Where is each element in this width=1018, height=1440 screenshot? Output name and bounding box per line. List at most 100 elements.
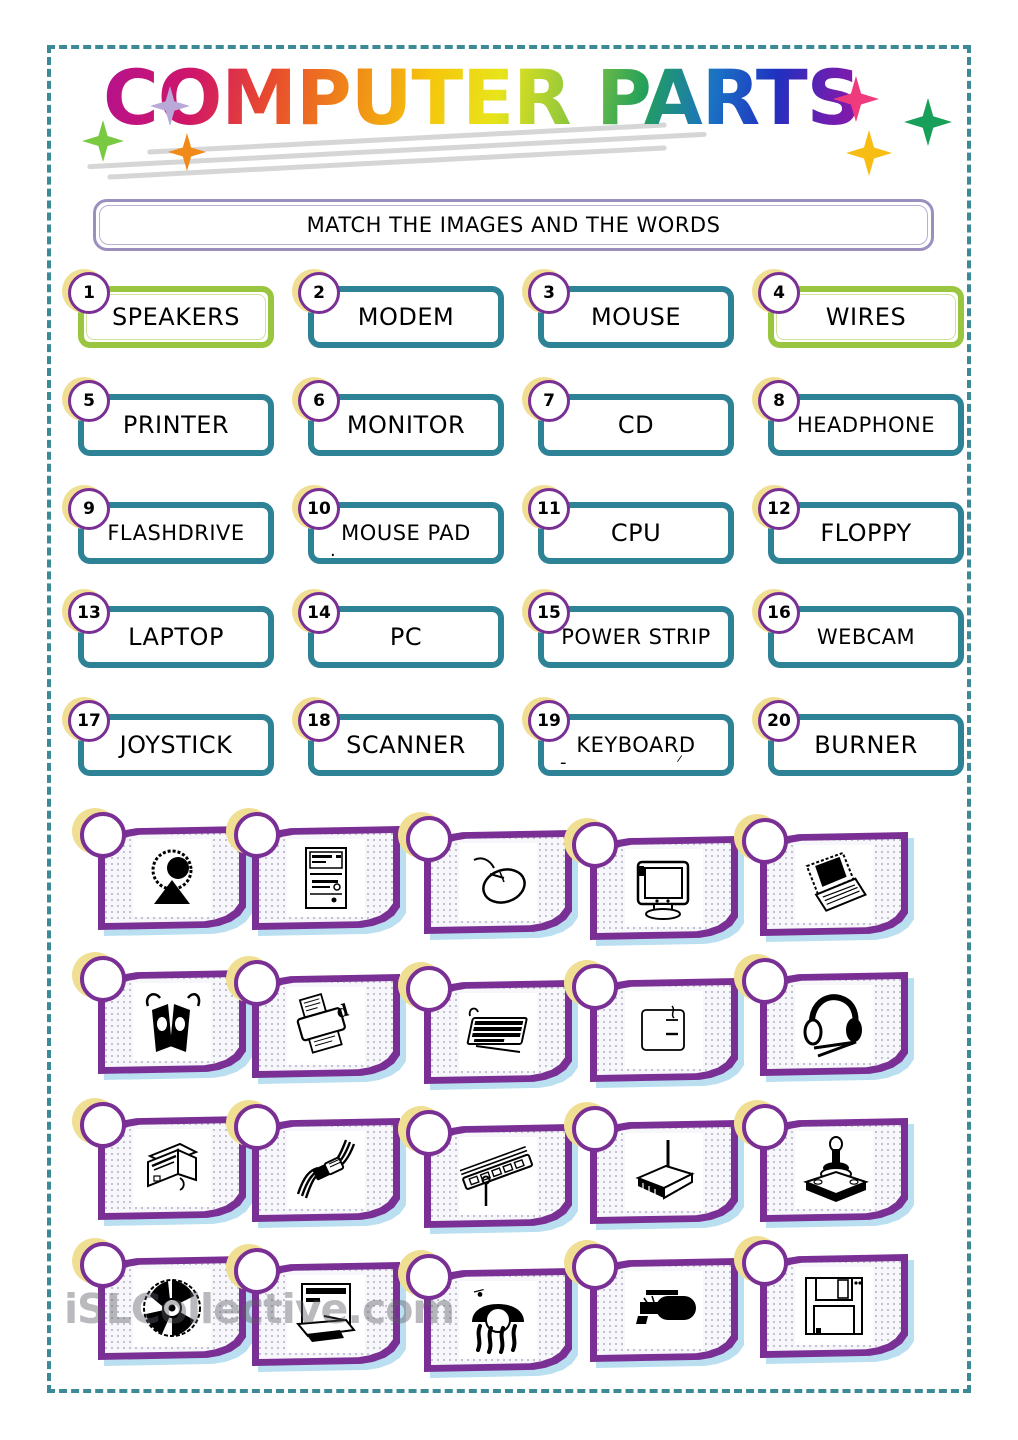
cd-icon bbox=[133, 1269, 211, 1347]
answer-circle[interactable] bbox=[406, 1254, 452, 1300]
answer-circle[interactable] bbox=[572, 1244, 618, 1290]
answer-circle[interactable] bbox=[80, 1242, 126, 1288]
picture-card-floppy[interactable] bbox=[734, 1236, 914, 1364]
number-bubble-18: 18 bbox=[298, 700, 340, 742]
word-cell-19: KEYBOARD 19- ⸍ bbox=[522, 697, 744, 790]
floppy-icon bbox=[795, 1267, 873, 1345]
instruction-text: MATCH THE IMAGES AND THE WORDS bbox=[306, 213, 721, 237]
picture-card-scanner[interactable] bbox=[72, 1098, 252, 1226]
word-cell-9: FLASHDRIVE 9 bbox=[62, 485, 284, 578]
word-cell-13: LAPTOP 13 bbox=[62, 589, 284, 682]
number-bubble-3: 3 bbox=[528, 272, 570, 314]
picture-card-webcam[interactable] bbox=[72, 808, 252, 936]
word-label: PC bbox=[389, 623, 423, 651]
word-cell-20: BURNER 20 bbox=[752, 697, 974, 790]
number-bubble-9: 9 bbox=[68, 488, 110, 530]
pc-tower-icon bbox=[287, 839, 365, 917]
number-bubble-5: 5 bbox=[68, 380, 110, 422]
number-bubble-14: 14 bbox=[298, 592, 340, 634]
picture-card-cd[interactable] bbox=[72, 1238, 252, 1366]
word-cell-8: HEADPHONE 8 bbox=[752, 377, 974, 470]
answer-circle[interactable] bbox=[80, 956, 126, 1002]
picture-card-burner[interactable] bbox=[226, 1244, 406, 1372]
word-cell-16: WEBCAM 16 bbox=[752, 589, 974, 682]
word-label: MOUSE PAD bbox=[341, 520, 471, 545]
picture-card-speakers[interactable] bbox=[72, 952, 252, 1080]
word-label: HEADPHONE bbox=[796, 412, 936, 437]
mouse-pad-icon bbox=[625, 991, 703, 1069]
card-inner bbox=[597, 1265, 731, 1355]
picture-card-mouse[interactable] bbox=[398, 812, 578, 940]
card-inner bbox=[597, 985, 731, 1075]
word-label: SPEAKERS bbox=[111, 303, 241, 331]
picture-card-pc-tower[interactable] bbox=[226, 808, 406, 936]
picture-card-headphone[interactable] bbox=[734, 954, 914, 1082]
card-inner bbox=[767, 839, 901, 929]
answer-circle[interactable] bbox=[572, 964, 618, 1010]
picture-card-modem[interactable] bbox=[564, 1102, 744, 1230]
answer-circle[interactable] bbox=[572, 1106, 618, 1152]
flashdrive-icon bbox=[625, 1271, 703, 1349]
speakers-icon bbox=[133, 983, 211, 1061]
laptop-icon bbox=[795, 845, 873, 923]
word-label: CPU bbox=[610, 519, 662, 547]
number-bubble-4: 4 bbox=[758, 272, 800, 314]
number-bubble-20: 20 bbox=[758, 700, 800, 742]
number-bubble-2: 2 bbox=[298, 272, 340, 314]
answer-circle[interactable] bbox=[742, 1104, 788, 1150]
answer-circle[interactable] bbox=[572, 822, 618, 868]
answer-circle[interactable] bbox=[234, 1104, 280, 1150]
card-inner bbox=[597, 1127, 731, 1217]
answer-circle[interactable] bbox=[80, 1102, 126, 1148]
answer-circle[interactable] bbox=[406, 816, 452, 862]
monitor-icon bbox=[625, 849, 703, 927]
joystick-icon bbox=[795, 1131, 873, 1209]
mouse-icon bbox=[459, 843, 537, 921]
answer-circle[interactable] bbox=[234, 1248, 280, 1294]
picture-card-keyboard[interactable] bbox=[398, 962, 578, 1090]
headphone-icon bbox=[795, 985, 873, 1063]
word-label: JOYSTICK bbox=[119, 731, 233, 759]
number-bubble-6: 6 bbox=[298, 380, 340, 422]
answer-circle[interactable] bbox=[234, 960, 280, 1006]
answer-circle[interactable] bbox=[80, 812, 126, 858]
card-inner bbox=[259, 833, 393, 923]
card-inner bbox=[431, 837, 565, 927]
keyboard-icon bbox=[459, 993, 537, 1071]
picture-card-power-strip[interactable] bbox=[398, 1106, 578, 1234]
instruction-box: MATCH THE IMAGES AND THE WORDS bbox=[93, 199, 934, 251]
picture-card-mouse-pad[interactable] bbox=[564, 960, 744, 1088]
word-cell-14: PC 14 bbox=[292, 589, 514, 682]
picture-card-laptop[interactable] bbox=[734, 814, 914, 942]
answer-circle[interactable] bbox=[406, 1110, 452, 1156]
card-inner bbox=[767, 1125, 901, 1215]
picture-card-printer[interactable]: d bbox=[226, 956, 406, 1084]
modem-icon bbox=[625, 1133, 703, 1211]
answer-circle[interactable] bbox=[234, 812, 280, 858]
answer-circle[interactable] bbox=[742, 1240, 788, 1286]
number-bubble-19: 19 bbox=[528, 700, 570, 742]
card-inner bbox=[597, 843, 731, 933]
card-inner bbox=[105, 1263, 239, 1353]
webcam-icon bbox=[133, 839, 211, 917]
word-cell-7: CD 7 bbox=[522, 377, 744, 470]
answer-circle[interactable] bbox=[406, 966, 452, 1012]
picture-card-cpu-fan[interactable] bbox=[398, 1250, 578, 1378]
word-label: WEBCAM bbox=[816, 624, 916, 649]
word-label: PRINTER bbox=[122, 411, 230, 439]
word-cell-15: POWER STRIP 15 bbox=[522, 589, 744, 682]
picture-card-wires[interactable] bbox=[226, 1100, 406, 1228]
answer-circle[interactable] bbox=[742, 818, 788, 864]
picture-card-flashdrive[interactable] bbox=[564, 1240, 744, 1368]
picture-card-joystick[interactable] bbox=[734, 1100, 914, 1228]
card-inner bbox=[105, 977, 239, 1067]
card-inner bbox=[259, 1269, 393, 1359]
picture-card-monitor[interactable] bbox=[564, 818, 744, 946]
word-cell-17: JOYSTICK 17 bbox=[62, 697, 284, 790]
word-cell-3: MOUSE 3 bbox=[522, 269, 744, 362]
answer-circle[interactable] bbox=[742, 958, 788, 1004]
number-bubble-12: 12 bbox=[758, 488, 800, 530]
word-cell-5: PRINTER 5 bbox=[62, 377, 284, 470]
star-orange-mid bbox=[168, 133, 206, 171]
number-bubble-13: 13 bbox=[68, 592, 110, 634]
